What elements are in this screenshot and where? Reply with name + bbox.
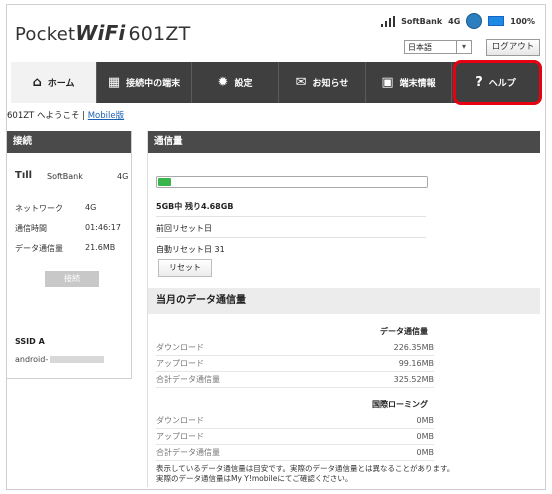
roaming-globe-icon <box>466 13 483 29</box>
gear-icon: ✹ <box>217 75 229 90</box>
data-volume-label: データ通信量 <box>15 244 63 253</box>
table-row: アップロード 0MB <box>156 429 434 445</box>
chevron-down-icon[interactable]: ▾ <box>456 41 471 53</box>
last-reset-label: 前回リセット日 <box>156 224 212 233</box>
row-label: ダウンロード <box>156 416 204 425</box>
logo-wifi: WiFi <box>75 21 126 45</box>
tab-settings[interactable]: ✹ 設定 <box>192 62 279 103</box>
ssid-value: android- <box>15 355 105 364</box>
signal-icon <box>381 15 396 27</box>
row-label: アップロード <box>156 432 204 441</box>
network-value: 4G <box>85 203 97 212</box>
usage-summary: 5GB中 残り4.68GB <box>156 202 234 211</box>
ssid-prefix: android- <box>15 355 49 364</box>
connect-button[interactable]: 接続 <box>45 271 99 287</box>
usage-progress-bar <box>156 176 428 188</box>
tab-notifications[interactable]: ✉ お知らせ <box>279 62 366 103</box>
monthly-title: 当月のデータ通信量 <box>148 288 540 314</box>
connection-network: 4G <box>117 172 129 181</box>
top-bar: PocketWiFi 601ZT SoftBank 4G 100% 日本語 ▾ ロ… <box>7 5 545 61</box>
row-value: 0MB <box>416 448 434 457</box>
reset-button[interactable]: リセット <box>158 259 212 277</box>
row-label: ダウンロード <box>156 343 204 352</box>
battery-level: 100% <box>510 16 535 26</box>
language-value: 日本語 <box>408 43 432 52</box>
row-value: 99.16MB <box>398 359 434 368</box>
ssid-label: SSID A <box>15 337 45 346</box>
welcome-text: 601ZT へようこそ | <box>7 111 88 121</box>
tab-home-label: ホーム <box>47 79 75 89</box>
usage-title: 通信量 <box>148 131 540 153</box>
usage-note: 表示しているデータ通信量は目安です。実際のデータ通信量とは異なることがあります。… <box>156 464 454 484</box>
roaming-header: 国際ローミング <box>372 400 428 409</box>
table-row: ダウンロード 226.35MB <box>156 340 434 356</box>
row-value: 0MB <box>416 416 434 425</box>
row-label: 合計データ通信量 <box>156 375 220 384</box>
row-value: 0MB <box>416 432 434 441</box>
divider <box>156 237 426 238</box>
table-row: アップロード 99.16MB <box>156 356 434 372</box>
tab-device-info[interactable]: ▣ 端末情報 <box>366 62 452 103</box>
logo-pocket: Pocket <box>15 24 76 45</box>
logo-model: 601ZT <box>128 23 191 45</box>
connection-time-value: 01:46:17 <box>85 223 121 232</box>
tab-settings-label: 設定 <box>234 79 253 89</box>
row-value: 325.52MB <box>393 375 434 384</box>
note-line-1: 表示しているデータ通信量は目安です。実際のデータ通信量とは異なることがあります。 <box>156 464 455 473</box>
help-highlight-frame <box>453 60 542 105</box>
usage-panel: 通信量 5GB中 残り4.68GB 前回リセット日 自動リセット日 31 リセッ… <box>147 131 540 487</box>
ssid-redacted <box>50 356 105 363</box>
network-label: 4G <box>448 16 461 26</box>
carrier-label: SoftBank <box>401 16 443 26</box>
home-icon: ⌂ <box>32 75 42 90</box>
mobile-version-link[interactable]: Mobile版 <box>88 111 124 121</box>
language-select[interactable]: 日本語 ▾ <box>404 40 472 54</box>
usage-progress-fill <box>158 178 172 186</box>
table-row: 合計データ通信量 0MB <box>156 445 434 461</box>
tab-devices-label: 接続中の端末 <box>126 79 181 89</box>
note-line-2: 実際のデータ通信量はMy Y!mobileにてご確認ください。 <box>156 474 353 483</box>
logout-button[interactable]: ログアウト <box>486 39 540 56</box>
data-usage-header: データ通信量 <box>380 327 428 336</box>
welcome-line: 601ZT へようこそ | Mobile版 <box>7 109 124 121</box>
table-row: ダウンロード 0MB <box>156 413 434 429</box>
connection-carrier: SoftBank <box>47 172 83 181</box>
connection-title: 接続 <box>7 131 131 153</box>
table-row: 合計データ通信量 325.52MB <box>156 372 434 388</box>
tab-home[interactable]: ⌂ ホーム <box>11 62 97 103</box>
tab-device-info-label: 端末情報 <box>399 79 436 89</box>
row-label: アップロード <box>156 359 204 368</box>
app-window: PocketWiFi 601ZT SoftBank 4G 100% 日本語 ▾ ロ… <box>6 4 546 490</box>
connection-time-label: 通信時間 <box>15 224 47 233</box>
logo: PocketWiFi 601ZT <box>15 21 190 45</box>
row-label: 合計データ通信量 <box>156 448 220 457</box>
connection-panel: 接続 Tıll SoftBank 4G ネットワーク 4G 通信時間 01:46… <box>7 131 132 379</box>
battery-icon <box>488 16 505 26</box>
tab-notifications-label: お知らせ <box>312 79 349 89</box>
device-info-icon: ▣ <box>381 75 394 90</box>
auto-reset-label: 自動リセット日 31 <box>156 245 225 254</box>
mail-icon: ✉ <box>295 75 307 90</box>
divider <box>156 216 426 217</box>
status-area: SoftBank 4G 100% <box>381 13 535 29</box>
signal-small-icon: Tıll <box>15 170 33 181</box>
network-label: ネットワーク <box>15 204 63 213</box>
tab-connected-devices[interactable]: ▦ 接続中の端末 <box>97 62 192 103</box>
row-value: 226.35MB <box>393 343 434 352</box>
data-volume-value: 21.6MB <box>85 243 116 252</box>
devices-icon: ▦ <box>107 75 121 90</box>
